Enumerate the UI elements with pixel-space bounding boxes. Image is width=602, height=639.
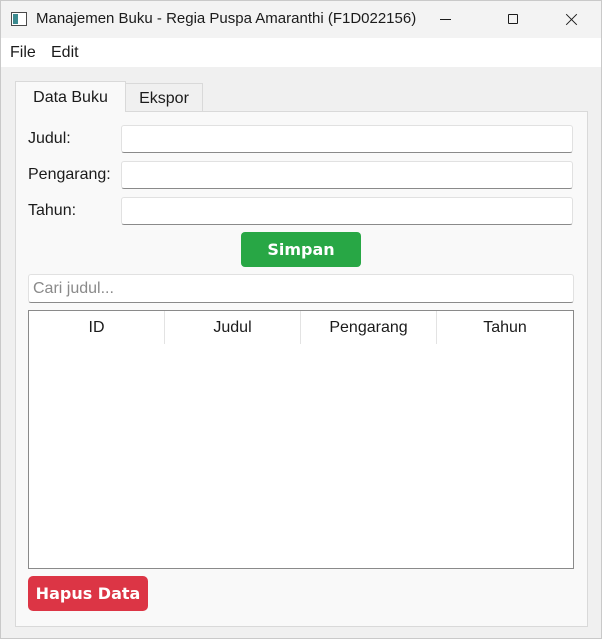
table-header: ID Judul Pengarang Tahun (29, 311, 573, 344)
books-table[interactable]: ID Judul Pengarang Tahun (28, 310, 574, 569)
close-icon[interactable] (547, 1, 593, 38)
pengarang-input[interactable] (121, 161, 573, 189)
app-window-icon (11, 12, 27, 26)
tahun-input[interactable] (121, 197, 573, 225)
tab-data-buku[interactable]: Data Buku (15, 81, 126, 112)
menu-bar: File Edit (1, 38, 601, 67)
judul-label: Judul: (28, 130, 71, 147)
tab-ekspor[interactable]: Ekspor (126, 83, 203, 111)
title-bar[interactable]: Manajemen Buku - Regia Puspa Amaranthi (… (1, 1, 601, 38)
delete-button[interactable]: Hapus Data (28, 576, 148, 611)
search-input[interactable] (28, 274, 574, 303)
maximize-icon[interactable] (489, 1, 535, 38)
column-header-id[interactable]: ID (29, 311, 165, 344)
pengarang-label: Pengarang: (28, 166, 111, 183)
column-header-tahun[interactable]: Tahun (437, 311, 573, 344)
save-button[interactable]: Simpan (241, 232, 361, 267)
column-header-judul[interactable]: Judul (165, 311, 301, 344)
menu-edit[interactable]: Edit (51, 44, 79, 62)
minimize-icon[interactable] (423, 1, 469, 38)
menu-file[interactable]: File (10, 44, 36, 62)
app-window: Manajemen Buku - Regia Puspa Amaranthi (… (0, 0, 602, 639)
judul-input[interactable] (121, 125, 573, 153)
column-header-pengarang[interactable]: Pengarang (301, 311, 437, 344)
tahun-label: Tahun: (28, 202, 77, 219)
window-title: Manajemen Buku - Regia Puspa Amaranthi (… (36, 10, 417, 27)
